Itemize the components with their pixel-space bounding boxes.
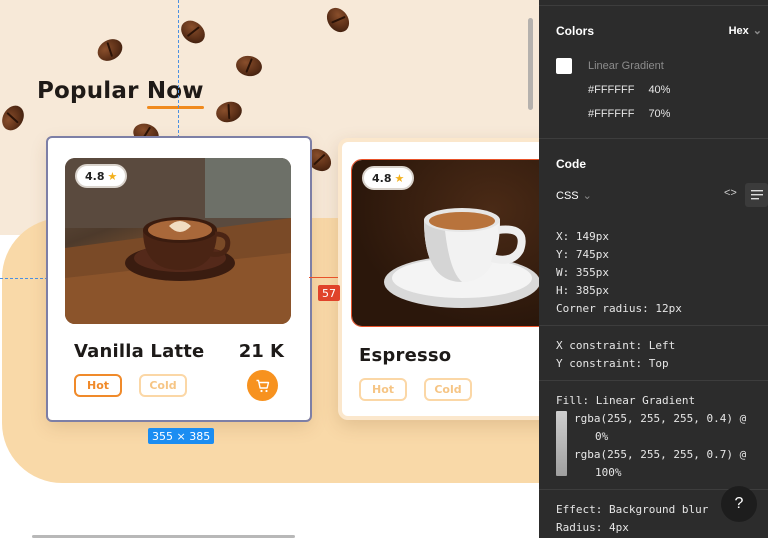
product-photo: 4.8 ★: [351, 159, 539, 327]
spacing-measure-badge: 57: [318, 285, 340, 301]
code-view-icon[interactable]: <>: [724, 187, 740, 203]
help-button[interactable]: ?: [721, 486, 757, 522]
divider: [539, 138, 768, 139]
code-line: Fill: Linear Gradient: [556, 394, 696, 407]
horizontal-guide-line: [0, 278, 48, 279]
code-line: Y: 745px: [556, 248, 609, 261]
option-cold-chip[interactable]: Cold: [139, 374, 187, 397]
code-line: Corner radius: 12px: [556, 302, 682, 315]
option-cold-chip[interactable]: Cold: [424, 378, 472, 401]
product-price: 21 K: [238, 341, 284, 362]
gradient-preview-bar: [556, 411, 567, 476]
code-line: H: 385px: [556, 284, 609, 297]
canvas-vertical-scrollbar[interactable]: [528, 18, 533, 110]
product-photo: 4.8 ★: [65, 158, 291, 324]
design-canvas[interactable]: Popular Now 4.8 ★ Vanilla Latte 21 K Hot…: [0, 0, 539, 538]
code-section-title: Code: [556, 157, 586, 171]
stop-opacity: 70%: [648, 108, 671, 120]
fill-type-label: Linear Gradient: [588, 60, 664, 72]
vertical-guide-line: [178, 0, 179, 138]
product-name: Espresso: [359, 345, 452, 366]
stop-opacity: 40%: [648, 84, 671, 96]
gradient-stop-row[interactable]: #FFFFFF 40%: [588, 84, 670, 96]
code-line: Radius: 4px: [556, 521, 629, 534]
star-icon: ★: [107, 169, 118, 183]
list-view-button[interactable]: [745, 183, 768, 207]
rating-value: 4.8: [372, 171, 392, 185]
code-language-value: CSS: [556, 189, 579, 202]
product-name: Vanilla Latte: [74, 341, 205, 362]
divider: [539, 5, 768, 6]
code-line: 0%: [595, 430, 609, 443]
code-language-select[interactable]: CSS ⌄: [556, 189, 592, 203]
code-line: rgba(255, 255, 255, 0.4) @: [574, 412, 747, 425]
code-line: W: 355px: [556, 266, 609, 279]
product-card-espresso[interactable]: 4.8 ★ Espresso 12 Hot Cold: [338, 138, 539, 420]
divider: [539, 325, 768, 326]
heading-accent-text: Now: [146, 78, 204, 104]
product-card-vanilla-latte[interactable]: 4.8 ★ Vanilla Latte 21 K Hot Cold: [46, 136, 312, 422]
list-icon: [750, 190, 763, 200]
cart-icon: [256, 379, 269, 392]
add-to-cart-button[interactable]: [247, 370, 278, 401]
option-hot-chip[interactable]: Hot: [359, 378, 407, 401]
colors-section-title: Colors: [556, 24, 595, 38]
star-icon: ★: [394, 171, 405, 185]
spacing-measure-line: [309, 277, 338, 278]
color-format-value: Hex: [728, 24, 749, 37]
color-swatch[interactable]: [556, 58, 572, 74]
code-line: 100%: [595, 466, 622, 479]
option-hot-chip[interactable]: Hot: [74, 374, 122, 397]
selection-size-badge: 355 × 385: [148, 428, 215, 444]
chevron-down-icon: ⌄: [582, 190, 592, 202]
stop-hex: #FFFFFF: [588, 108, 635, 120]
divider: [539, 380, 768, 381]
code-line: rgba(255, 255, 255, 0.7) @: [574, 448, 747, 461]
code-line: X: 149px: [556, 230, 609, 243]
gradient-stop-row[interactable]: #FFFFFF 70%: [588, 108, 670, 120]
code-line: Y constraint: Top: [556, 357, 669, 370]
heading-text: Popular: [37, 78, 147, 104]
stop-hex: #FFFFFF: [588, 84, 635, 96]
rating-badge: 4.8 ★: [362, 166, 415, 190]
code-line: X constraint: Left: [556, 339, 676, 352]
color-format-select[interactable]: Hex ⌄: [728, 24, 762, 38]
chevron-down-icon: ⌄: [752, 25, 762, 37]
code-line: Effect: Background blur: [556, 503, 709, 516]
rating-value: 4.8: [85, 169, 105, 183]
inspector-panel: Colors Hex ⌄ Linear Gradient #FFFFFF 40%…: [539, 0, 768, 538]
rating-badge: 4.8 ★: [75, 164, 128, 188]
